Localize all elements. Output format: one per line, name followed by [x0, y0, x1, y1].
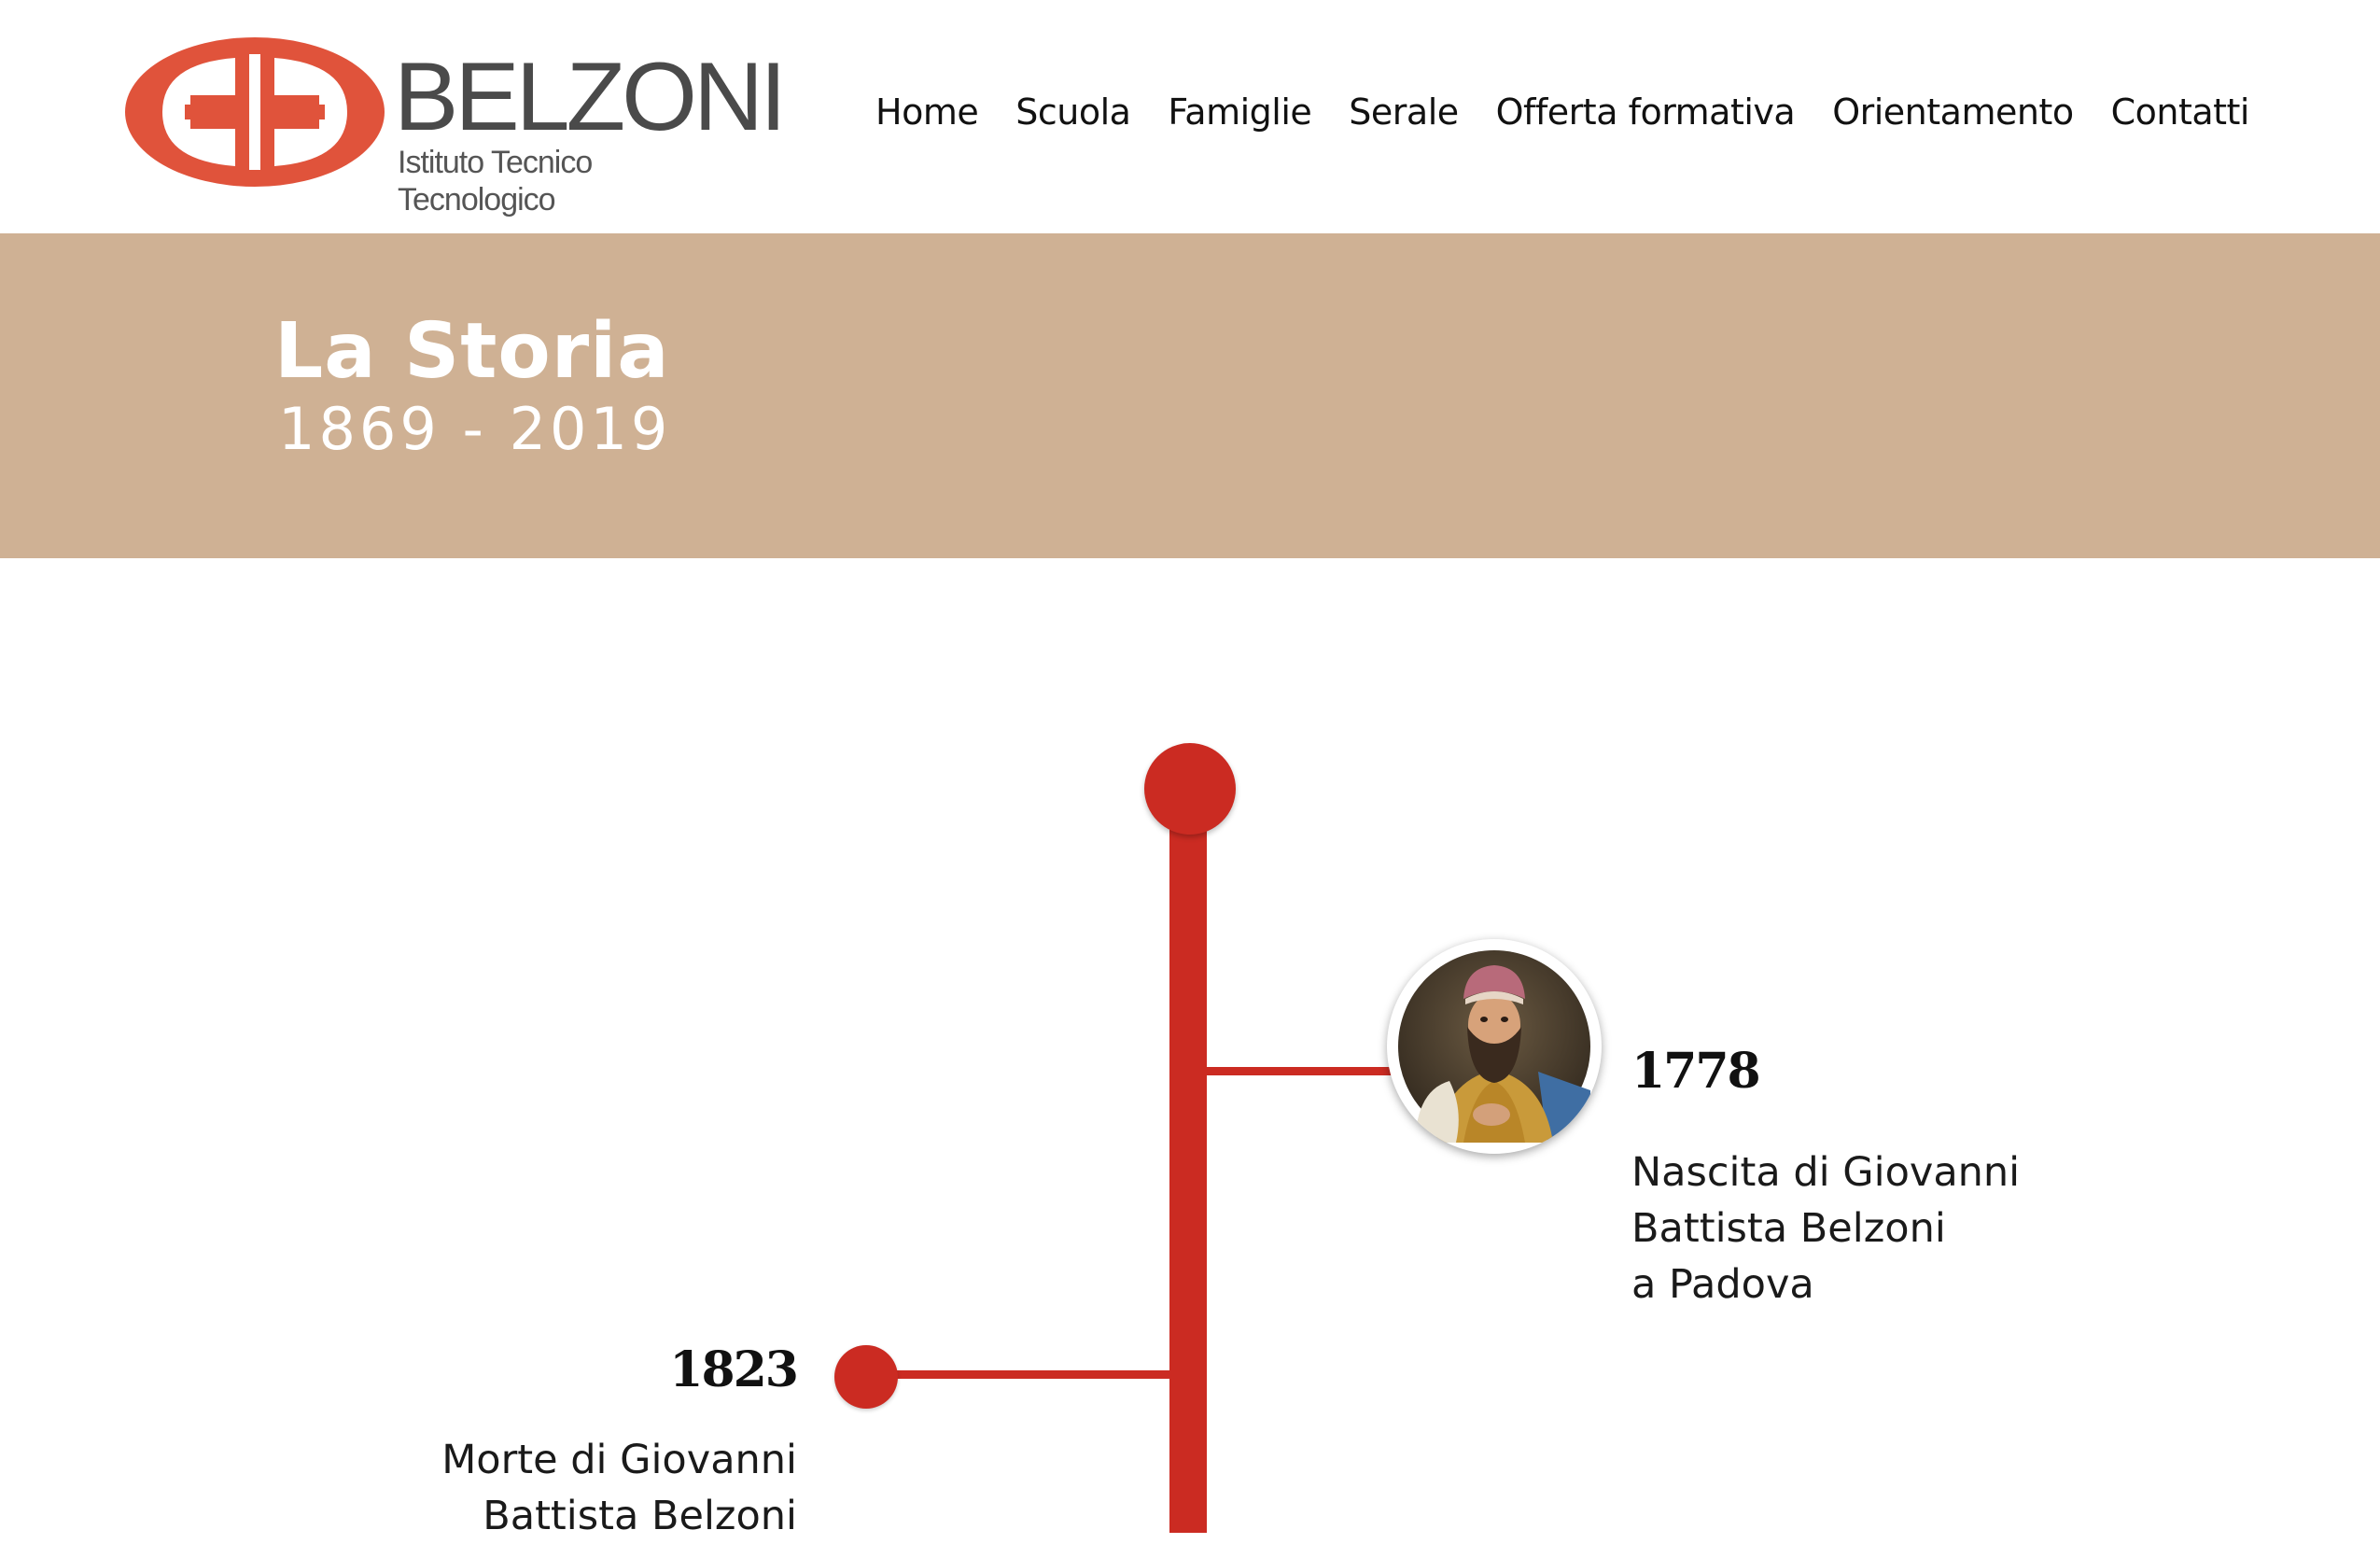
- logo-wordmark: BELZONI: [394, 43, 787, 151]
- timeline-connector-1778: [1204, 1067, 1413, 1075]
- site-header: BELZONI Istituto Tecnico Tecnologico Hom…: [0, 0, 2380, 233]
- description-line: Battista Belzoni: [1631, 1205, 1946, 1252]
- timeline-axis: [1169, 786, 1207, 1533]
- timeline-start-dot: [1144, 743, 1236, 835]
- nav-famiglie[interactable]: Famiglie: [1168, 86, 1311, 138]
- nav-offerta-formativa[interactable]: Offerta formativa: [1496, 86, 1796, 138]
- description-line: Morte di Giovanni: [441, 1437, 797, 1483]
- description-line: a Padova: [1631, 1261, 1814, 1308]
- page-subtitle-years: 1869 - 2019: [278, 395, 672, 463]
- timeline-description-1778: Nascita di Giovanni Battista Belzoni a P…: [1631, 1144, 2117, 1312]
- nav-orientamento[interactable]: Orientamento: [1832, 86, 2074, 138]
- nav-scuola[interactable]: Scuola: [1015, 86, 1131, 138]
- description-line: Nascita di Giovanni: [1631, 1149, 2021, 1196]
- belzoni-logo[interactable]: BELZONI Istituto Tecnico Tecnologico: [125, 37, 787, 218]
- belzoni-portrait-image: [1387, 939, 1602, 1154]
- timeline-year-1823: 1823: [669, 1341, 799, 1398]
- nav-contatti[interactable]: Contatti: [2111, 86, 2250, 138]
- page-banner: La Storia 1869 - 2019: [0, 233, 2380, 558]
- timeline-year-1778: 1778: [1631, 1043, 1761, 1100]
- belzoni-logo-mark-icon: [125, 37, 385, 187]
- description-line: Battista Belzoni: [483, 1493, 797, 1539]
- history-timeline: 1778 Nascita di Giovanni Battista Belzon…: [0, 558, 2380, 1539]
- nav-serale[interactable]: Serale: [1349, 86, 1459, 138]
- page-title: La Storia: [274, 307, 670, 396]
- timeline-connector-1823: [896, 1370, 1172, 1379]
- nav-home[interactable]: Home: [875, 86, 979, 138]
- main-nav: Home Scuola Famiglie Serale Offerta form…: [875, 86, 2250, 138]
- timeline-description-1823: Morte di Giovanni Battista Belzoni: [280, 1432, 797, 1544]
- logo-subtitle: Istituto Tecnico Tecnologico: [398, 145, 593, 218]
- timeline-dot-1823: [834, 1345, 898, 1409]
